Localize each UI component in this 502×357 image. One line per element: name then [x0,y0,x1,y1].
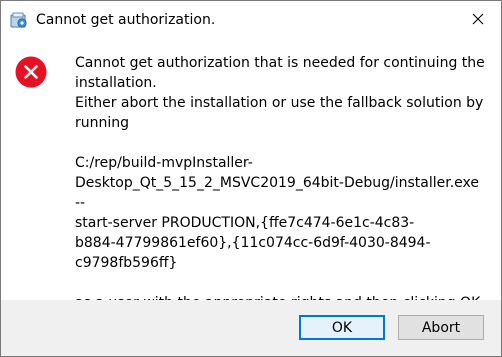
window-title: Cannot get authorization. [36,12,216,28]
abort-button[interactable]: Abort [398,315,484,340]
message-paragraph-intro: Cannot get authorization that is needed … [75,55,485,131]
error-icon [15,56,47,88]
dialog-window: Cannot get authorization. Cannot get aut… [0,0,502,357]
close-button[interactable] [455,1,501,37]
ok-button[interactable]: OK [299,315,385,340]
message-command-path: C:/rep/build-mvpInstaller- Desktop_Qt_5_… [75,155,479,271]
title-bar[interactable]: Cannot get authorization. [1,1,501,39]
installer-icon [10,11,28,29]
message-text: Cannot get authorization that is needed … [75,53,485,313]
close-icon [472,10,484,29]
button-bar: OK Abort [1,300,501,356]
dialog-body: Cannot get authorization that is needed … [1,39,501,311]
